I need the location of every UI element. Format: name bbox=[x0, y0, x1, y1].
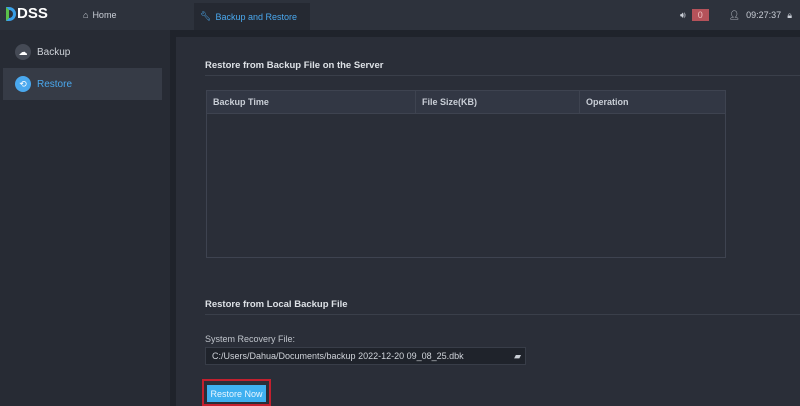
clock-time: 09:27:37 bbox=[746, 10, 782, 20]
lock-icon[interactable]: 🔒︎ bbox=[787, 10, 792, 21]
backup-files-table: Backup Time File Size(KB) Operation bbox=[206, 90, 726, 258]
logo-text: DSS bbox=[17, 5, 48, 22]
main-content: Restore from Backup File on the Server B… bbox=[176, 37, 800, 406]
home-label: Home bbox=[92, 10, 117, 20]
tab-backup-and-restore[interactable]: 🔧︎ Backup and Restore bbox=[194, 3, 310, 30]
sidebar-item-label: Restore bbox=[37, 78, 73, 90]
tab-label: Backup and Restore bbox=[215, 11, 297, 22]
recovery-file-input[interactable]: C:/Users/Dahua/Documents/backup 2022-12-… bbox=[205, 347, 526, 365]
restore-icon: ⟲ bbox=[15, 76, 31, 92]
sidebar-item-backup[interactable]: ☁ Backup bbox=[0, 36, 170, 68]
folder-icon[interactable]: ▰ bbox=[514, 351, 521, 362]
highlight-box: Restore Now bbox=[202, 379, 271, 406]
server-restore-title: Restore from Backup File on the Server bbox=[205, 60, 800, 76]
sidebar-item-restore[interactable]: ⟲ Restore bbox=[3, 68, 162, 100]
sidebar-item-label: Backup bbox=[37, 46, 71, 58]
table-header: Backup Time File Size(KB) Operation bbox=[207, 91, 725, 114]
local-restore-title: Restore from Local Backup File bbox=[205, 299, 800, 315]
top-bar: DSS ⌂ Home 🔧︎ Backup and Restore 🔊︎ 0 👤︎ 0… bbox=[0, 0, 800, 30]
recovery-file-label: System Recovery File: bbox=[205, 334, 296, 344]
logo-mark-icon bbox=[6, 6, 16, 21]
user-icon[interactable]: 👤︎ bbox=[729, 10, 740, 21]
dss-logo: DSS bbox=[6, 5, 48, 22]
alarm-count-badge[interactable]: 0 bbox=[691, 9, 709, 21]
restore-now-button[interactable]: Restore Now bbox=[207, 385, 266, 402]
file-path-value: C:/Users/Dahua/Documents/backup 2022-12-… bbox=[212, 351, 464, 361]
col-file-size[interactable]: File Size(KB) bbox=[416, 91, 580, 113]
col-operation[interactable]: Operation bbox=[580, 91, 725, 113]
home-icon: ⌂ bbox=[83, 10, 89, 20]
wrench-icon: 🔧︎ bbox=[200, 11, 212, 21]
sidebar: ☁ Backup ⟲ Restore bbox=[0, 30, 170, 406]
col-backup-time[interactable]: Backup Time bbox=[207, 91, 416, 113]
home-tab[interactable]: ⌂ Home bbox=[83, 0, 116, 30]
speaker-icon[interactable]: 🔊︎ bbox=[680, 10, 686, 21]
cloud-upload-icon: ☁ bbox=[15, 44, 31, 60]
